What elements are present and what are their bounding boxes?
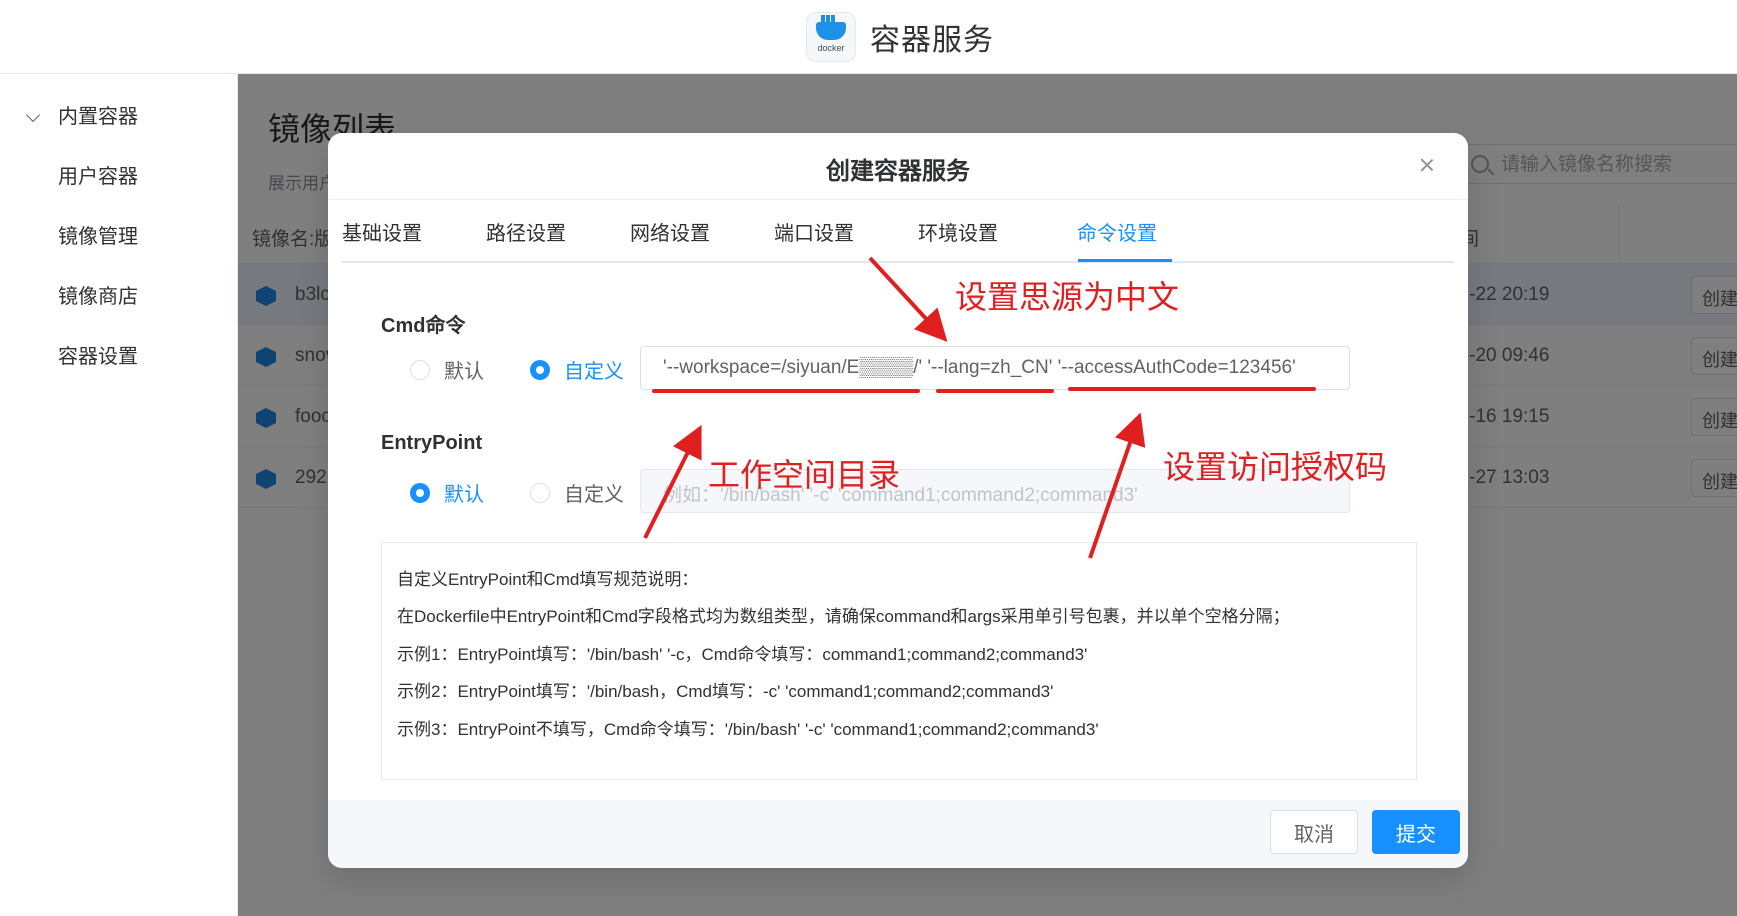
help-line: 在Dockerfile中EntryPoint和Cmd字段格式均为数组类型，请确保…	[397, 607, 1290, 626]
radio-circle	[410, 482, 430, 503]
docker-whale-icon	[816, 14, 846, 40]
sidebar: 内置容器 用户容器 镜像管理 镜像商店 容器设置	[0, 74, 238, 916]
radio-circle	[530, 359, 550, 380]
sidebar-item-images[interactable]: 镜像管理	[58, 220, 138, 249]
annotation-workspace: 工作空间目录	[708, 457, 901, 493]
cmd-radio-custom[interactable]: 自定义	[530, 355, 624, 384]
top-header: docker 容器服务	[0, 0, 1737, 74]
dialog-tabs: 基础设置 路径设置 网络设置 端口设置 环境设置 命令设置	[342, 201, 1454, 263]
tab-env[interactable]: 环境设置	[918, 217, 998, 246]
help-line: 示例3：EntryPoint不填写，Cmd命令填写：'/bin/bash' '-…	[397, 720, 1099, 739]
logo-text: docker	[817, 42, 845, 53]
annotation-underline-workspace	[652, 389, 920, 393]
submit-button[interactable]: 提交	[1372, 810, 1460, 854]
radio-circle	[530, 482, 550, 503]
annotation-underline-lang	[936, 389, 1054, 393]
annotation-underline-auth	[1068, 387, 1316, 391]
create-container-dialog: 创建容器服务 基础设置 路径设置 网络设置 端口设置 环境设置 命令设置 Cmd…	[328, 133, 1468, 868]
sidebar-item-builtin[interactable]: 内置容器	[58, 100, 138, 129]
entrypoint-default-label: 默认	[444, 484, 484, 506]
entrypoint-radio-default[interactable]: 默认	[410, 478, 484, 507]
cmd-input[interactable]: '--workspace=/siyuan/E▒▒▒▒/' '--lang=zh_…	[640, 346, 1350, 390]
entrypoint-radio-custom[interactable]: 自定义	[530, 478, 624, 507]
tab-network[interactable]: 网络设置	[630, 217, 710, 246]
tab-port[interactable]: 端口设置	[774, 217, 854, 246]
cmd-default-label: 默认	[444, 361, 484, 383]
close-icon[interactable]	[1416, 155, 1438, 177]
cancel-button[interactable]: 取消	[1270, 810, 1358, 854]
tab-path[interactable]: 路径设置	[486, 217, 566, 246]
annotation-lang: 设置思源为中文	[955, 279, 1180, 315]
cmd-radio-default[interactable]: 默认	[410, 355, 484, 384]
help-line: 示例1：EntryPoint填写：'/bin/bash' '-c，Cmd命令填写…	[397, 645, 1088, 664]
sidebar-item-store[interactable]: 镜像商店	[58, 280, 138, 309]
cmd-custom-label: 自定义	[564, 361, 624, 383]
cmd-label: Cmd命令	[381, 315, 466, 337]
help-box: 自定义EntryPoint和Cmd填写规范说明： 在Dockerfile中Ent…	[381, 542, 1417, 780]
dialog-divider	[328, 199, 1468, 200]
docker-logo: docker	[806, 12, 856, 62]
help-line: 示例2：EntryPoint填写：'/bin/bash，Cmd填写：-c' 'c…	[397, 682, 1054, 701]
entrypoint-label: EntryPoint	[381, 432, 483, 454]
tab-command[interactable]: 命令设置	[1077, 217, 1157, 246]
entrypoint-custom-label: 自定义	[564, 484, 624, 506]
tab-basic[interactable]: 基础设置	[342, 217, 422, 246]
radio-circle	[410, 359, 430, 380]
sidebar-item-user-containers[interactable]: 用户容器	[58, 160, 138, 189]
sidebar-item-settings[interactable]: 容器设置	[58, 340, 138, 369]
dialog-title: 创建容器服务	[826, 158, 970, 185]
chevron-down-icon[interactable]	[25, 107, 41, 123]
app-title: 容器服务	[870, 24, 994, 57]
annotation-auth: 设置访问授权码	[1163, 449, 1388, 485]
active-tab-indicator	[1078, 259, 1172, 262]
help-line: 自定义EntryPoint和Cmd填写规范说明：	[397, 570, 699, 589]
brand: docker 容器服务	[806, 12, 994, 62]
